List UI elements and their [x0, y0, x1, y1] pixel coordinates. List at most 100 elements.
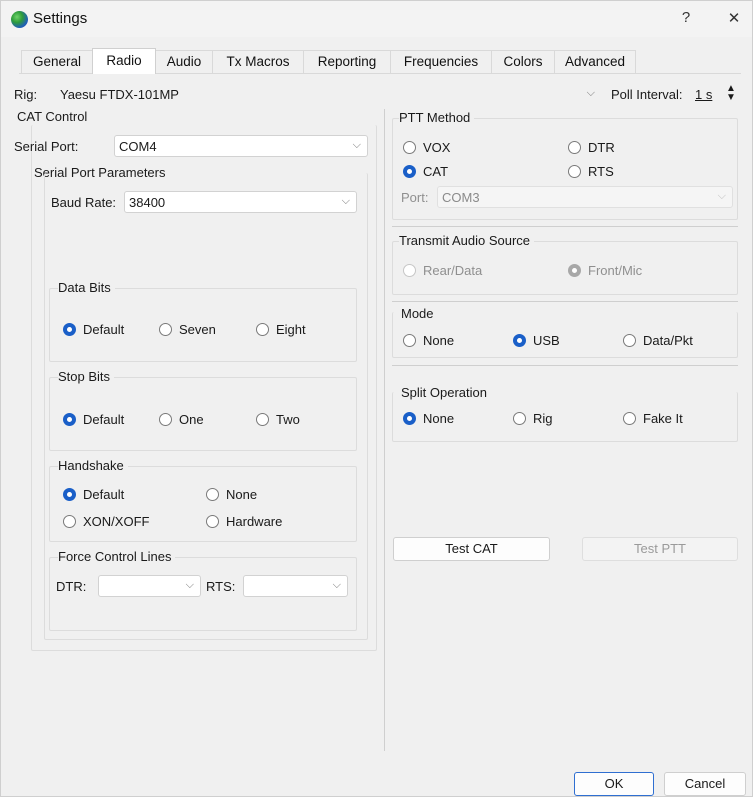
- rig-value: Yaesu FTDX-101MP: [60, 87, 179, 102]
- radio-label: One: [179, 412, 204, 427]
- radio-checked-icon: [63, 413, 76, 426]
- tab-audio[interactable]: Audio: [155, 50, 213, 74]
- tab-frequencies[interactable]: Frequencies: [390, 50, 492, 74]
- window-title: Settings: [33, 10, 88, 27]
- radio-label: Fake It: [643, 411, 683, 426]
- tab-advanced[interactable]: Advanced: [554, 50, 636, 74]
- radio-icon: [623, 412, 636, 425]
- rts-select[interactable]: ⌵: [243, 575, 348, 597]
- force-control-lines-title: Force Control Lines: [58, 549, 176, 564]
- radio-label: USB: [533, 333, 560, 348]
- mode-title: Mode: [401, 306, 434, 321]
- poll-interval-spinbox[interactable]: 1 s ▲ ▼: [695, 83, 739, 105]
- separator: [392, 301, 738, 302]
- radio-checked-icon: [403, 165, 416, 178]
- radio-label: None: [423, 411, 455, 426]
- radio-label: CAT: [423, 164, 449, 179]
- radio-label: Seven: [179, 322, 216, 337]
- radio-checked-icon: [63, 488, 76, 501]
- radio-checked-icon: [63, 323, 76, 336]
- chevron-down-icon: ⌵: [341, 195, 350, 207]
- settings-window: Settings ? ✕ General Radio Audio Tx Macr…: [0, 0, 753, 797]
- poll-interval-label: Poll Interval:: [611, 87, 683, 102]
- cancel-button[interactable]: Cancel: [664, 772, 746, 796]
- radio-icon: [256, 323, 269, 336]
- radio-label: None: [226, 487, 258, 502]
- radio-icon: [63, 515, 76, 528]
- tab-reporting[interactable]: Reporting: [303, 50, 391, 74]
- title-bar: Settings ? ✕: [1, 1, 752, 37]
- rig-select[interactable]: Yaesu FTDX-101MP ⌵: [57, 83, 602, 105]
- dtr-label: DTR:: [56, 579, 87, 594]
- radio-label: Rig: [533, 411, 553, 426]
- close-button[interactable]: ✕: [723, 9, 745, 27]
- radio-icon: [623, 334, 636, 347]
- radio-icon: [513, 412, 526, 425]
- app-globe-icon: [11, 11, 28, 28]
- column-divider: [384, 109, 385, 751]
- radio-label: Default: [83, 322, 125, 337]
- radio-label: Hardware: [226, 514, 283, 529]
- baud-rate-label: Baud Rate:: [51, 195, 117, 210]
- radio-label: DTR: [588, 140, 615, 155]
- chevron-down-icon: ⌵: [586, 87, 595, 99]
- chevron-down-icon: ⌵: [352, 139, 361, 151]
- tab-general[interactable]: General: [21, 50, 93, 74]
- serial-port-select[interactable]: COM4 ⌵: [114, 135, 368, 157]
- ptt-method-title: PTT Method: [399, 110, 475, 125]
- tab-tx-macros[interactable]: Tx Macros: [212, 50, 304, 74]
- radio-label: Default: [83, 412, 125, 427]
- chevron-down-icon: ⌵: [185, 579, 194, 591]
- radio-label: Default: [83, 487, 125, 502]
- radio-icon: [159, 323, 172, 336]
- radio-checked-icon: [513, 334, 526, 347]
- split-operation-title: Split Operation: [401, 385, 487, 400]
- radio-label: None: [423, 333, 455, 348]
- cat-control-title: CAT Control: [17, 109, 88, 124]
- test-cat-button[interactable]: Test CAT: [393, 537, 550, 561]
- rig-label: Rig:: [14, 87, 38, 102]
- ptt-port-value: COM3: [442, 190, 480, 205]
- test-ptt-button[interactable]: Test PTT: [582, 537, 738, 561]
- radio-label: Data/Pkt: [643, 333, 693, 348]
- data-bits-title: Data Bits: [58, 280, 115, 295]
- radio-checked-icon: [403, 412, 416, 425]
- dtr-select[interactable]: ⌵: [98, 575, 201, 597]
- radio-icon: [256, 413, 269, 426]
- radio-icon: [403, 334, 416, 347]
- radio-icon: [403, 141, 416, 154]
- ptt-port-select[interactable]: COM3 ⌵: [437, 186, 733, 208]
- radio-label: RTS: [588, 164, 614, 179]
- spin-updown-icon[interactable]: ▲ ▼: [726, 84, 736, 103]
- tab-colors[interactable]: Colors: [491, 50, 555, 74]
- ok-button[interactable]: OK: [574, 772, 654, 796]
- stop-bits-title: Stop Bits: [58, 369, 115, 384]
- chevron-down-icon: ⌵: [717, 190, 726, 202]
- ptt-port-label: Port:: [401, 190, 429, 205]
- radio-label: XON/XOFF: [83, 514, 150, 529]
- separator: [392, 226, 738, 227]
- radio-icon: [568, 141, 581, 154]
- handshake-group: Handshake: [49, 458, 357, 542]
- baud-rate-select[interactable]: 38400 ⌵: [124, 191, 357, 213]
- radio-label: Rear/Data: [423, 263, 483, 278]
- chevron-down-icon: ⌵: [332, 579, 341, 591]
- radio-label: VOX: [423, 140, 451, 155]
- help-button[interactable]: ?: [675, 9, 697, 26]
- radio-icon: [159, 413, 172, 426]
- radio-icon: [568, 165, 581, 178]
- radio-label: Two: [276, 412, 300, 427]
- serial-port-label: Serial Port:: [14, 139, 79, 154]
- handshake-title: Handshake: [58, 458, 128, 473]
- radio-icon: [403, 264, 416, 277]
- separator: [392, 365, 738, 366]
- radio-icon: [206, 488, 219, 501]
- rts-label: RTS:: [206, 579, 236, 594]
- poll-interval-value: 1 s: [695, 87, 713, 102]
- tab-radio[interactable]: Radio: [92, 48, 156, 74]
- baud-rate-value: 38400: [129, 195, 166, 210]
- radio-checked-icon: [568, 264, 581, 277]
- transmit-audio-source-title: Transmit Audio Source: [399, 233, 535, 248]
- serial-port-value: COM4: [119, 139, 157, 154]
- radio-label: Front/Mic: [588, 263, 643, 278]
